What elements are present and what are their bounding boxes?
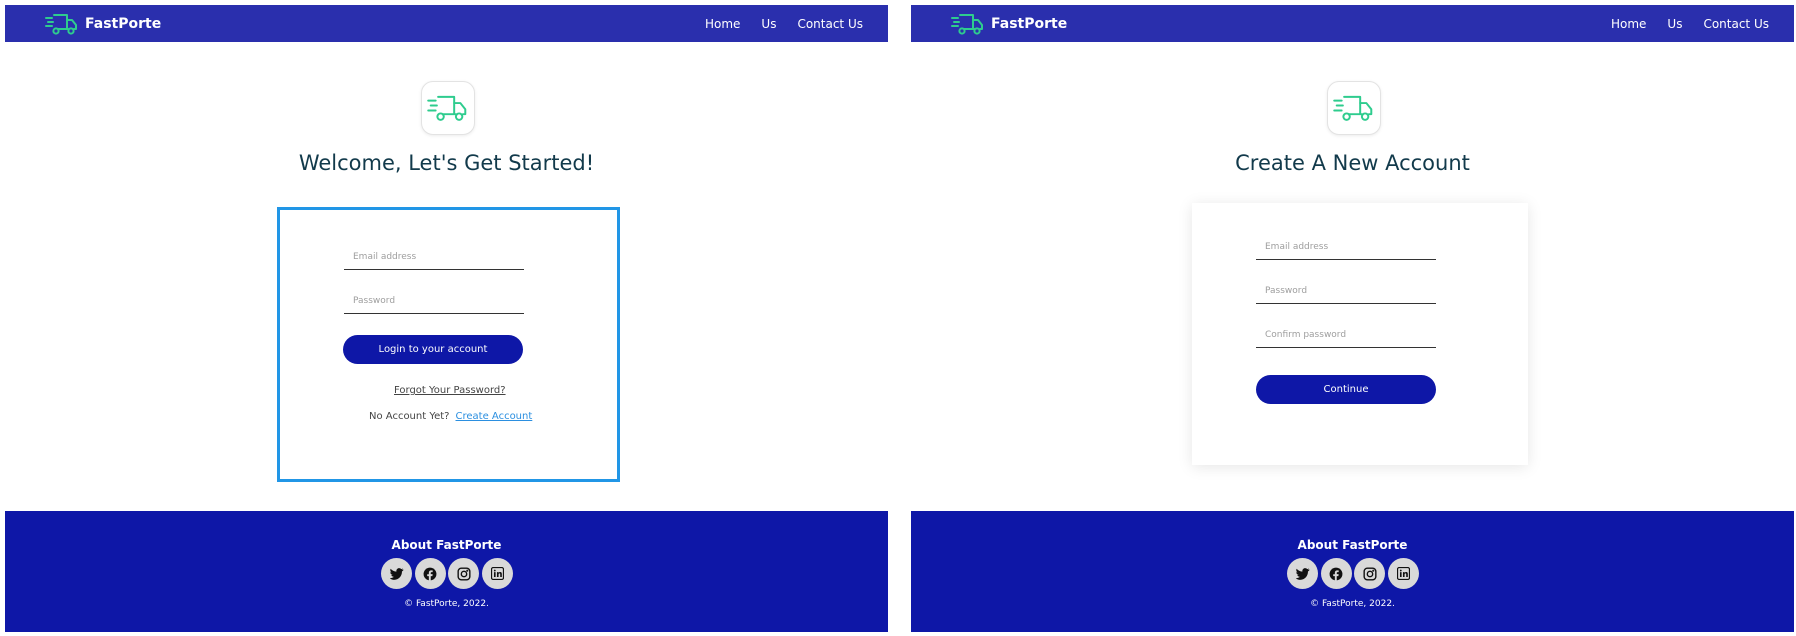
truck-icon [427,95,467,121]
instagram-icon[interactable] [1354,558,1386,589]
facebook-icon[interactable] [1320,558,1352,589]
footer-title[interactable]: About FastPorte [911,538,1794,552]
signup-page: FastPorte Home Us Contact Us Create A Ne… [911,5,1794,632]
twitter-icon[interactable] [1287,558,1318,589]
email-input[interactable] [344,244,524,270]
login-form: Login to your account Forgot Your Passwo… [277,207,620,482]
confirm-password-field [1256,322,1436,348]
twitter-icon[interactable] [381,558,412,589]
signup-form: Continue [1192,203,1528,465]
instagram-icon[interactable] [448,558,480,589]
app-logo-box [421,81,475,135]
email-input[interactable] [1256,234,1436,260]
create-account-link[interactable]: Create Account [456,411,533,422]
confirm-password-input[interactable] [1256,322,1436,348]
email-field [1256,234,1436,260]
copyright: © FastPorte, 2022. [1310,599,1395,609]
truck-icon [1333,95,1373,121]
login-button[interactable]: Login to your account [343,335,523,364]
password-field [1256,278,1436,304]
brand-name: FastPorte [991,15,1068,32]
navbar: FastPorte Home Us Contact Us [911,5,1794,42]
linkedin-icon[interactable] [481,558,513,589]
nav-contact[interactable]: Contact Us [1703,17,1769,31]
nav-links: Home Us Contact Us [1590,5,1769,42]
facebook-icon[interactable] [414,558,446,589]
footer: About FastPorte © FastPorte, 2022. [911,511,1794,632]
app-logo-box [1327,81,1381,135]
social-links [1287,558,1419,590]
continue-button[interactable]: Continue [1256,375,1436,404]
page-title: Create A New Account [1235,151,1470,175]
brand-logo[interactable]: FastPorte [951,10,1067,37]
social-links [381,558,513,590]
page-title: Welcome, Let's Get Started! [298,151,595,175]
nav-contact[interactable]: Contact Us [797,17,863,31]
password-field [344,288,524,314]
truck-icon [951,13,983,35]
login-page: FastPorte Home Us Contact Us Welcome, Le… [5,5,888,632]
footer: About FastPorte © FastPorte, 2022. [5,511,888,632]
linkedin-icon[interactable] [1387,558,1419,589]
brand-logo[interactable]: FastPorte [45,10,161,37]
truck-icon [45,13,77,35]
navbar: FastPorte Home Us Contact Us [5,5,888,42]
nav-us[interactable]: Us [761,17,776,31]
brand-name: FastPorte [85,15,162,32]
email-field [344,244,524,270]
forgot-password-link[interactable]: Forgot Your Password? [394,385,506,396]
nav-us[interactable]: Us [1667,17,1682,31]
signup-prompt: No Account Yet? Create Account [369,411,532,422]
password-input[interactable] [344,288,524,314]
copyright: © FastPorte, 2022. [404,599,489,609]
password-input[interactable] [1256,278,1436,304]
nav-home[interactable]: Home [705,17,740,31]
footer-title[interactable]: About FastPorte [5,538,888,552]
nav-links: Home Us Contact Us [684,5,863,42]
no-account-text: No Account Yet? [369,411,450,422]
nav-home[interactable]: Home [1611,17,1646,31]
